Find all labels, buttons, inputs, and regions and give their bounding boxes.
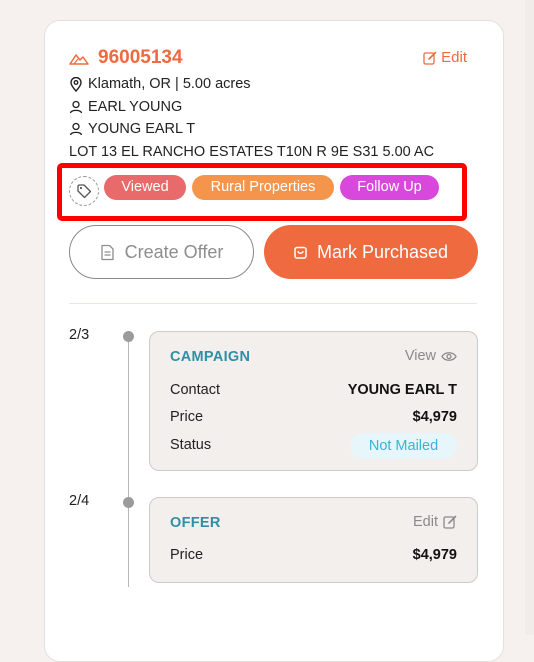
campaign-event-card: CAMPAIGN View Contact YOUNG EARL T Price… bbox=[149, 331, 478, 471]
tag-rural-properties[interactable]: Rural Properties bbox=[192, 175, 334, 200]
property-header: 96005134 Edit bbox=[69, 47, 467, 71]
timeline-dot bbox=[123, 331, 134, 342]
eye-icon bbox=[441, 351, 457, 361]
edit-label: Edit bbox=[441, 49, 467, 66]
mark-purchased-label: Mark Purchased bbox=[316, 241, 449, 262]
timeline-date: 2/3 bbox=[69, 327, 90, 343]
edit-icon bbox=[443, 515, 457, 529]
price-value: $4,979 bbox=[412, 409, 457, 425]
price-label: Price bbox=[170, 409, 204, 425]
location-line: Klamath, OR | 5.00 acres bbox=[69, 76, 251, 92]
event-title: OFFER bbox=[170, 515, 221, 531]
price-label: Price bbox=[170, 547, 204, 563]
location-pin-icon bbox=[70, 76, 82, 92]
legal-description-text: LOT 13 EL RANCHO ESTATES T10N R 9E S31 5… bbox=[69, 144, 435, 160]
price-value: $4,979 bbox=[412, 547, 457, 563]
create-offer-button[interactable]: Create Offer bbox=[69, 225, 254, 279]
tag-viewed[interactable]: Viewed bbox=[104, 175, 186, 200]
add-tag-button[interactable] bbox=[69, 176, 99, 206]
shopping-bag-icon bbox=[294, 246, 307, 259]
person-icon bbox=[69, 122, 83, 136]
edit-property-button[interactable]: Edit bbox=[423, 49, 467, 66]
location-text: Klamath, OR | 5.00 acres bbox=[88, 76, 251, 92]
contact-label: Contact bbox=[170, 382, 220, 398]
document-icon bbox=[100, 244, 114, 260]
mark-purchased-button[interactable]: Mark Purchased bbox=[264, 225, 478, 279]
timeline-line bbox=[128, 337, 129, 587]
person-icon bbox=[69, 100, 83, 114]
view-label: View bbox=[404, 348, 436, 364]
event-title: CAMPAIGN bbox=[170, 349, 251, 365]
tag-follow-up[interactable]: Follow Up bbox=[340, 175, 439, 200]
parcel-id: 96005134 bbox=[98, 47, 183, 68]
property-card: 96005134 Edit Klamath, OR | 5.00 acres E… bbox=[44, 20, 504, 662]
page-scroll-edge bbox=[525, 0, 534, 635]
section-divider bbox=[69, 303, 477, 304]
timeline-dot bbox=[123, 497, 134, 508]
edit-offer-button[interactable]: Edit bbox=[413, 514, 457, 530]
legal-description: LOT 13 EL RANCHO ESTATES T10N R 9E S31 5… bbox=[69, 144, 434, 160]
create-offer-label: Create Offer bbox=[124, 241, 224, 262]
tag-icon bbox=[77, 184, 92, 199]
land-icon bbox=[69, 51, 89, 65]
status-label: Status bbox=[170, 437, 212, 453]
owner-line-1: EARL YOUNG bbox=[69, 99, 182, 115]
view-campaign-button[interactable]: View bbox=[405, 348, 457, 364]
owner-name-1: EARL YOUNG bbox=[88, 99, 183, 115]
contact-value: YOUNG EARL T bbox=[347, 382, 457, 398]
edit-icon bbox=[423, 51, 437, 65]
offer-event-card: OFFER Edit Price $4,979 bbox=[149, 497, 478, 583]
owner-name-2: YOUNG EARL T bbox=[88, 121, 196, 137]
edit-offer-label: Edit bbox=[413, 514, 438, 530]
owner-line-2: YOUNG EARL T bbox=[69, 121, 195, 137]
status-badge: Not Mailed bbox=[350, 433, 457, 459]
timeline-date: 2/4 bbox=[69, 493, 90, 509]
